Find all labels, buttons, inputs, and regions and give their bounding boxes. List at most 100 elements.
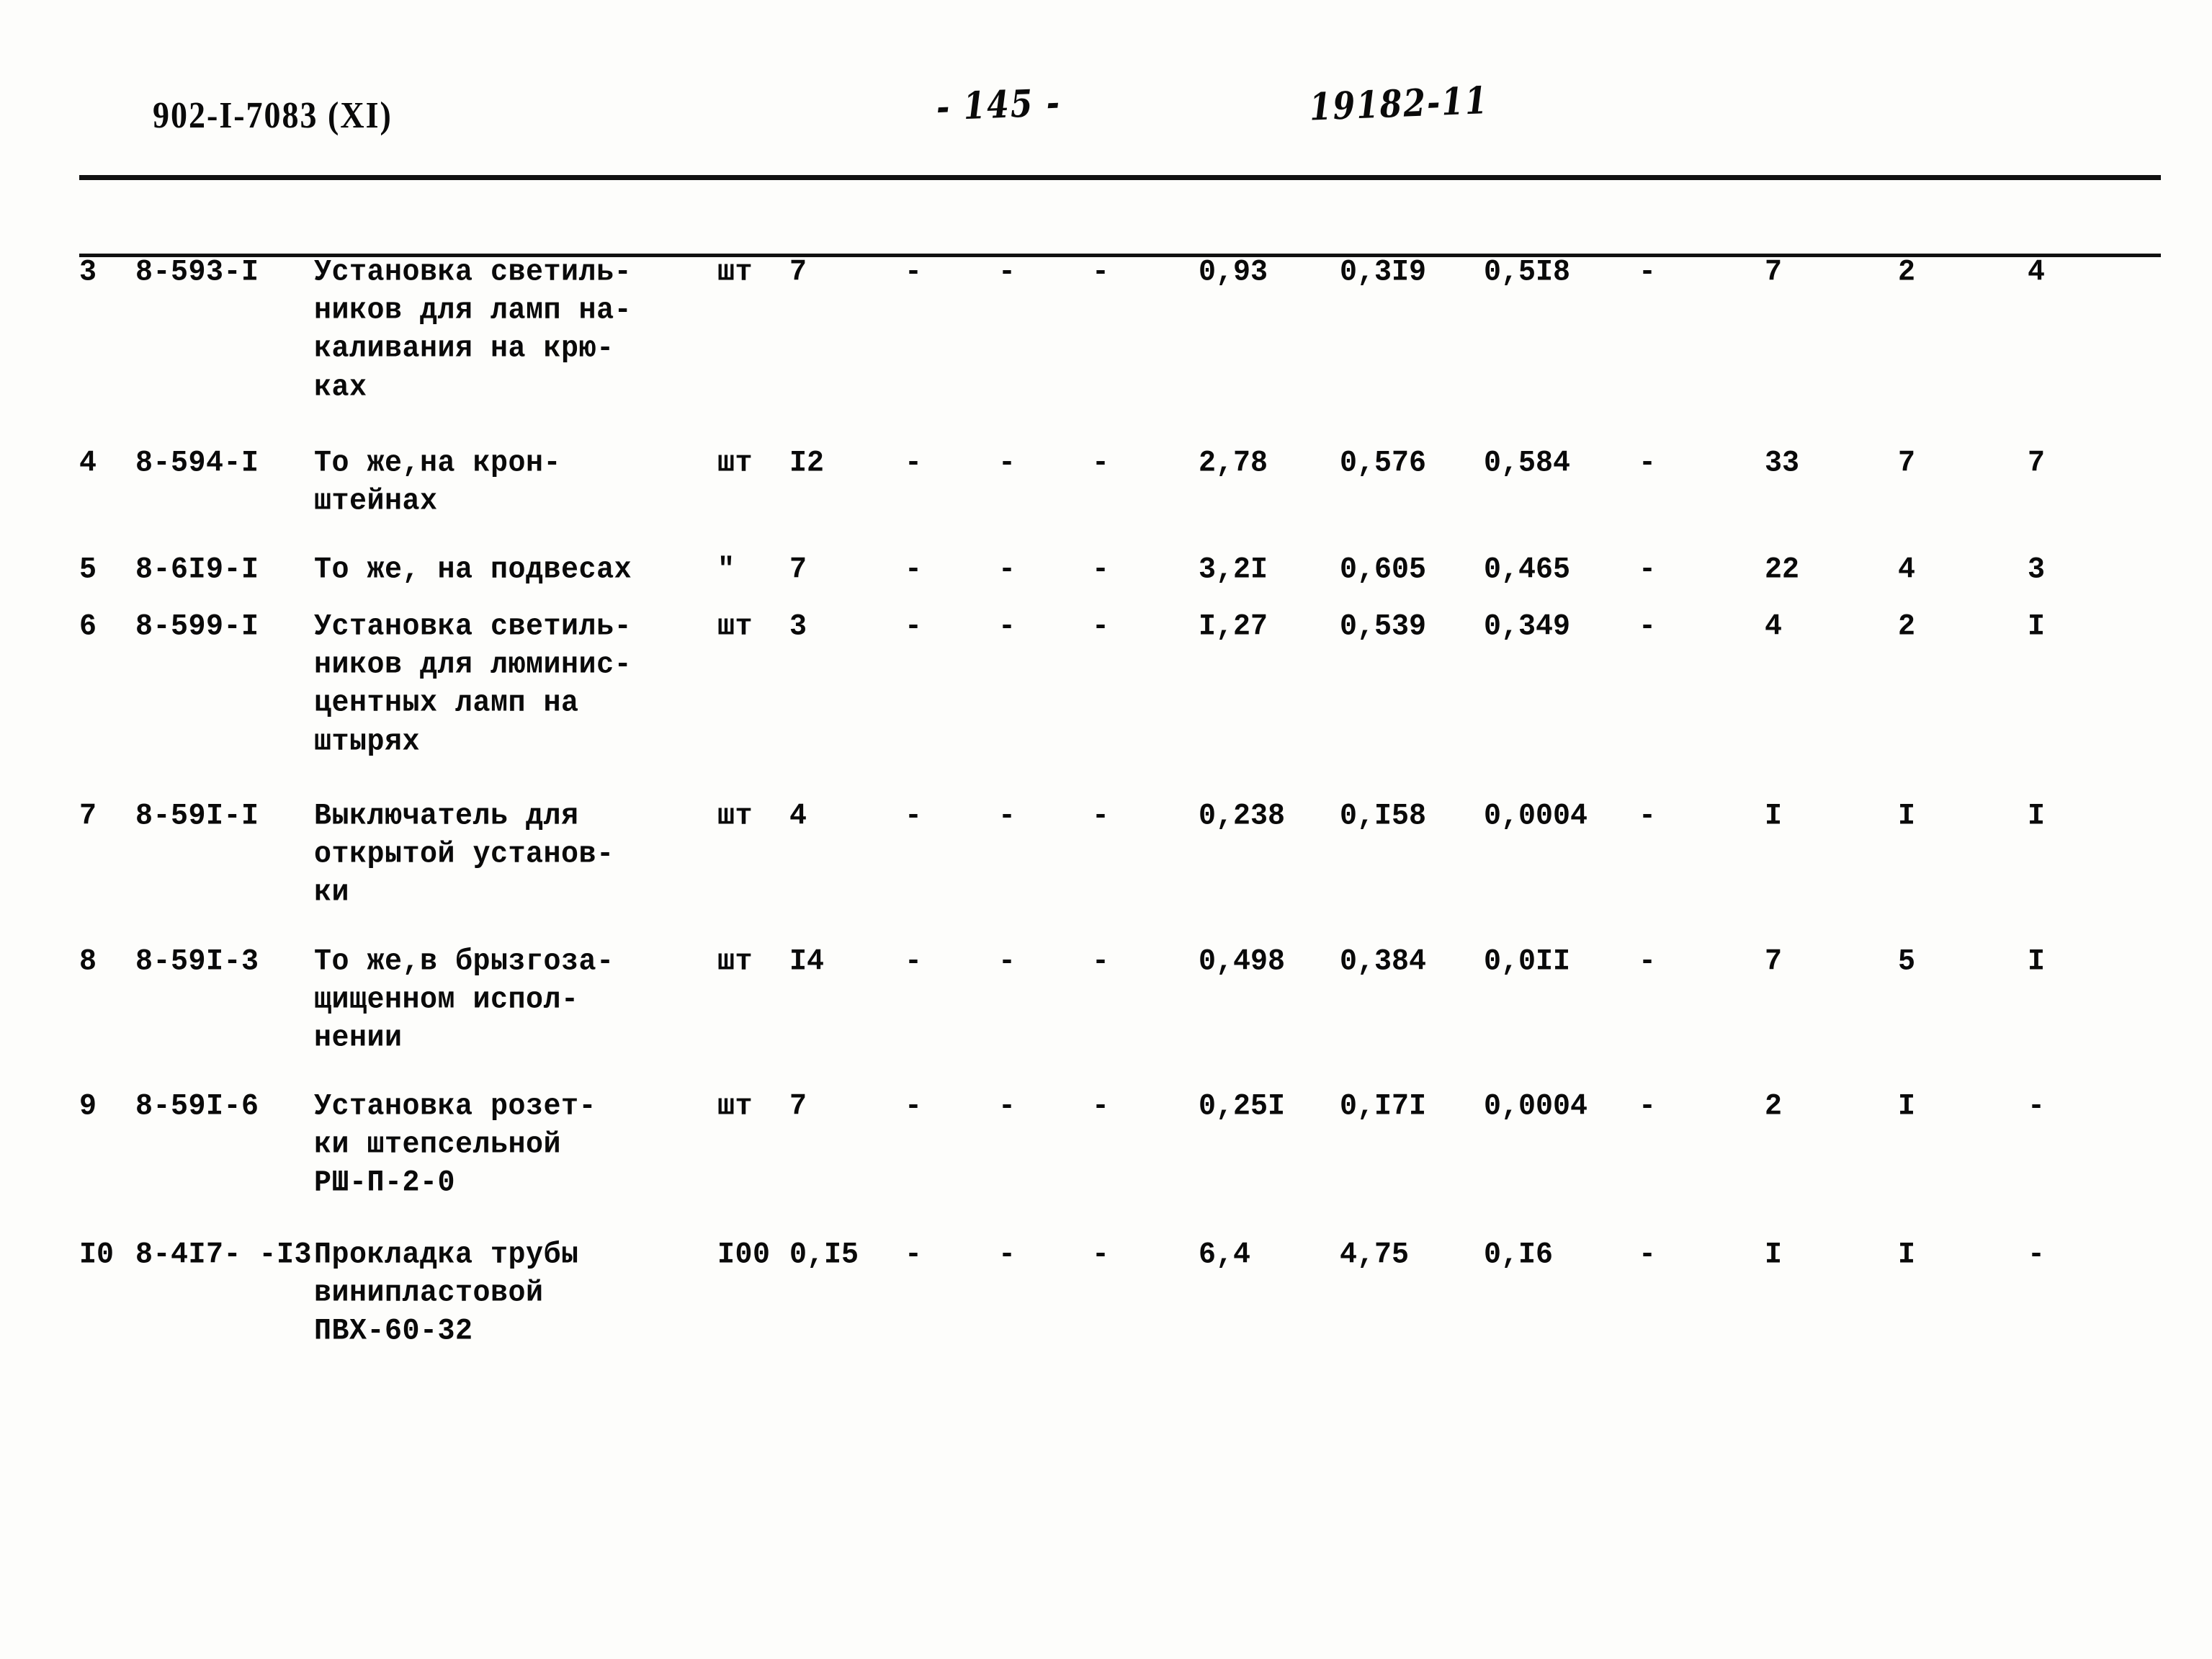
row-index: 6	[79, 610, 97, 645]
unit-of-measure: шт	[717, 446, 753, 480]
value-col-10: 0,605	[1340, 553, 1427, 588]
work-description: Выключатель для открытой установ- ки	[314, 800, 614, 911]
table-row: 6 8-599-I Установка светиль- ников для люм…	[79, 608, 2161, 759]
unit-of-measure: шт	[717, 256, 753, 290]
column-header-10	[1340, 189, 1484, 254]
resource-code: 8-59I-3	[135, 944, 259, 979]
value-col-8: -	[1092, 944, 1110, 979]
row-index: 4	[79, 446, 97, 480]
value-col-7: -	[998, 610, 1016, 645]
unit-of-measure: I00	[717, 1238, 771, 1272]
value-col-9: I,27	[1199, 610, 1268, 645]
table-row: I0 8-4I7- -I3 Прокладка трубы винипластово…	[79, 1236, 2161, 1349]
row-spacer	[79, 401, 2161, 444]
value-col-6: -	[905, 1090, 923, 1124]
document-code: 902-I-7083 (XI)	[153, 94, 393, 136]
value-col-12: -	[1639, 800, 1657, 833]
column-header-1	[79, 189, 135, 254]
resource-code: 8-599-I	[135, 610, 259, 645]
unit-of-measure: "	[717, 553, 735, 588]
value-col-12: -	[1639, 553, 1657, 588]
value-col-13: I	[1765, 800, 1783, 833]
column-header-12	[1639, 189, 1765, 254]
document-page: 902-I-7083 (XI) - 145 - 19182-11 3 8-593…	[0, 0, 2212, 1659]
row-spacer	[79, 1199, 2161, 1236]
value-col-6: -	[905, 553, 923, 588]
row-spacer	[79, 518, 2161, 551]
value-col-13: I	[1765, 1238, 1783, 1272]
value-col-10: 0,I7I	[1340, 1090, 1427, 1124]
value-col-9: 0,93	[1199, 256, 1268, 290]
value-col-13: 4	[1765, 610, 1783, 645]
value-col-12: -	[1639, 610, 1657, 645]
row-index: 7	[79, 800, 97, 833]
quantity: 7	[789, 256, 807, 290]
value-col-13: 7	[1765, 944, 1783, 979]
work-description: Прокладка трубы винипластовой ПВХ-60-32	[314, 1238, 579, 1349]
value-col-6: -	[905, 610, 923, 645]
value-col-9: 2,78	[1199, 446, 1268, 480]
value-col-11: 0,465	[1484, 553, 1571, 588]
resource-code: 8-6I9-I	[135, 553, 259, 588]
resource-code: 8-593-I	[135, 256, 259, 290]
specification-table: 3 8-593-I Установка светиль- ников для лам…	[79, 189, 2161, 1349]
row-spacer	[79, 1053, 2161, 1088]
value-col-13: 7	[1765, 256, 1783, 290]
table-row: 3 8-593-I Установка светиль- ников для лам…	[79, 254, 2161, 405]
table-row: 5 8-6I9-I То же, на подвесах " 7 - - - 3,2I 0,605…	[79, 551, 2161, 588]
resource-code: 8-59I-6	[135, 1090, 259, 1124]
value-col-15: 4	[2028, 256, 2046, 290]
value-col-6: -	[905, 256, 923, 290]
value-col-11: 0,349	[1484, 610, 1571, 645]
value-col-10: 0,539	[1340, 610, 1427, 645]
value-col-8: -	[1092, 800, 1110, 833]
value-col-12: -	[1639, 446, 1657, 480]
value-col-15: I	[2028, 944, 2046, 979]
value-col-12: -	[1639, 1090, 1657, 1124]
column-header-15	[2028, 189, 2161, 254]
table-row: 8 8-59I-3 То же,в брызгоза- щищенном испол…	[79, 943, 2161, 1055]
page-marker-annotation: - 145 -	[935, 81, 1062, 130]
value-col-9: 0,25I	[1199, 1090, 1286, 1124]
value-col-9: 6,4	[1199, 1238, 1251, 1272]
value-col-15: -	[2028, 1238, 2046, 1272]
unit-of-measure: шт	[717, 944, 753, 979]
value-col-14: 7	[1898, 446, 1916, 480]
resource-code: 8-4I7- -I3	[135, 1238, 313, 1272]
work-description: То же,на крон- штейнах	[314, 446, 562, 519]
value-col-15: 3	[2028, 553, 2046, 588]
value-col-15: I	[2028, 610, 2046, 645]
value-col-10: 0,576	[1340, 446, 1427, 480]
value-col-15: -	[2028, 1090, 2046, 1124]
document-header: 902-I-7083 (XI) - 145 - 19182-11	[0, 79, 2212, 151]
value-col-11: 0,0004	[1484, 800, 1588, 833]
column-header-7	[998, 189, 1092, 254]
column-header-11	[1484, 189, 1639, 254]
value-col-10: 0,I58	[1340, 800, 1427, 833]
value-col-14: 2	[1898, 256, 1916, 290]
value-col-10: 0,3I9	[1340, 256, 1427, 290]
quantity: 0,I5	[789, 1238, 859, 1272]
value-col-13: 2	[1765, 1090, 1783, 1124]
value-col-9: 0,498	[1199, 944, 1286, 979]
column-header-13	[1765, 189, 1898, 254]
table-row: 9 8-59I-6 Установка розет- ки штепсельной …	[79, 1088, 2161, 1201]
value-col-6: -	[905, 1238, 923, 1272]
value-col-15: I	[2028, 800, 2046, 833]
value-col-15: 7	[2028, 446, 2046, 480]
row-spacer	[79, 908, 2161, 943]
row-index: 8	[79, 944, 97, 979]
work-description: Установка розет- ки штепсельной РШ-П-2-0	[314, 1090, 597, 1201]
value-col-14: I	[1898, 800, 1916, 833]
value-col-8: -	[1092, 1238, 1110, 1272]
value-col-8: -	[1092, 1090, 1110, 1124]
value-col-12: -	[1639, 944, 1657, 979]
row-spacer	[79, 588, 2161, 608]
quantity: I2	[789, 446, 825, 480]
column-header-9	[1199, 189, 1340, 254]
value-col-11: 0,584	[1484, 446, 1571, 480]
value-col-7: -	[998, 944, 1016, 979]
value-col-12: -	[1639, 256, 1657, 290]
quantity: 7	[789, 1090, 807, 1124]
table-top-rule	[79, 175, 2161, 180]
